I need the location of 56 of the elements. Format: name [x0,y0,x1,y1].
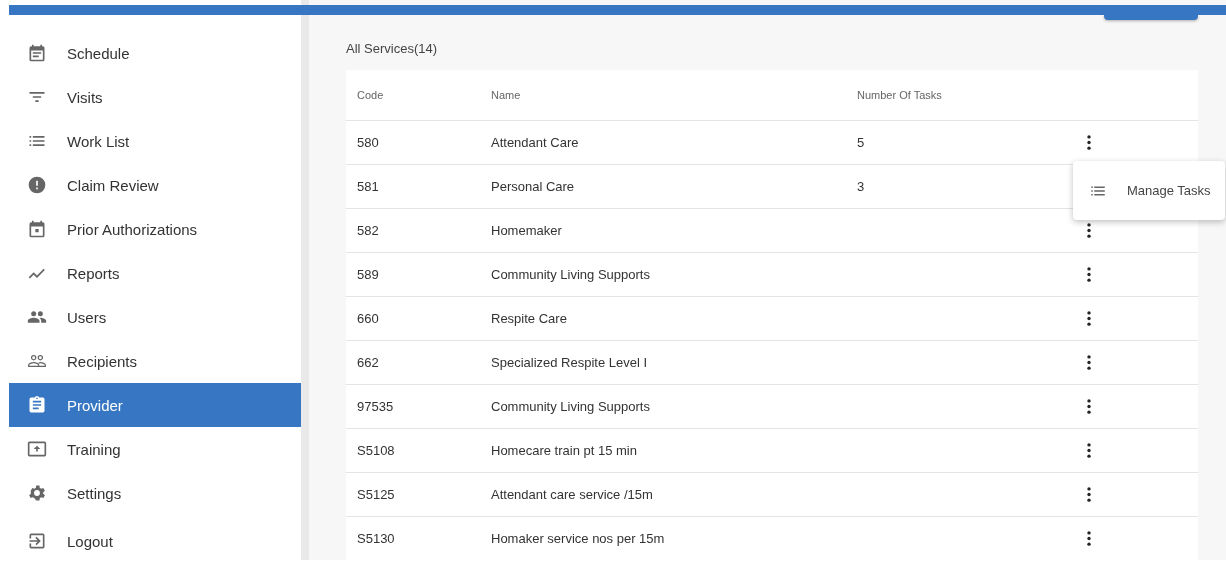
sidebar-item[interactable]: Visits [9,75,301,119]
sidebar-item[interactable]: Prior Authorizations [9,207,301,251]
more-icon[interactable] [1087,135,1091,150]
sidebar-item[interactable]: Logout [9,519,301,563]
logout-icon [27,531,47,551]
table-cell: Homemaker [491,223,562,238]
more-icon[interactable] [1087,355,1091,370]
more-icon[interactable] [1087,399,1091,414]
menu-item[interactable]: Manage Tasks [1073,170,1225,211]
table-cell: 589 [357,267,379,282]
table-cell: 660 [357,311,379,326]
table-cell: 97535 [357,399,394,414]
table-cell: 5 [857,135,865,150]
column-header: Name [491,89,521,101]
sidebar-item[interactable]: Schedule [9,31,301,75]
column-header: Number Of Tasks [857,89,942,101]
alert-icon [27,175,47,195]
more-icon[interactable] [1087,223,1091,238]
gear-icon [27,483,47,503]
event-icon [27,219,47,239]
more-icon[interactable] [1087,267,1091,282]
table-cell: Respite Care [491,311,567,326]
table-cell: S5125 [357,487,395,502]
table-cell: 581 [357,179,379,194]
upload-icon [27,439,47,459]
scrollbar[interactable] [301,0,309,560]
sidebar-item[interactable]: Work List [9,119,301,163]
calendar-icon [27,43,47,63]
sidebar-item[interactable]: Claim Review [9,163,301,207]
column-header: Code [357,89,384,101]
more-icon[interactable] [1087,443,1091,458]
table-cell: 3 [857,179,865,194]
table-cell: Personal Care [491,179,575,194]
table-cell: Attendant Care [491,135,579,150]
table-cell: Homecare train pt 15 min [491,443,637,458]
table-cell: Community Living Supports [491,267,650,282]
sidebar-item[interactable]: Settings [9,471,301,515]
table-cell: S5130 [357,531,395,546]
table-cell: Community Living Supports [491,399,650,414]
sidebar-item[interactable]: Recipients [9,339,301,383]
sidebar-item[interactable]: Training [9,427,301,471]
section-title: All Services(14) [346,41,438,57]
table-cell: 582 [357,223,379,238]
more-icon[interactable] [1087,531,1091,546]
sidebar-item[interactable]: Reports [9,251,301,295]
table-cell: S5108 [357,443,395,458]
table-cell: Homaker service nos per 15m [491,531,665,546]
sidebar-item[interactable]: Users [9,295,301,339]
more-icon[interactable] [1087,487,1091,502]
table-cell: 662 [357,355,379,370]
table-cell: Specialized Respite Level I [491,355,648,370]
table-cell: 580 [357,135,379,150]
more-icon[interactable] [1087,311,1091,326]
table-cell: Attendant care service /15m [491,487,653,502]
sidebar-item[interactable]: Provider [9,383,301,427]
clipboard-icon [27,395,47,415]
